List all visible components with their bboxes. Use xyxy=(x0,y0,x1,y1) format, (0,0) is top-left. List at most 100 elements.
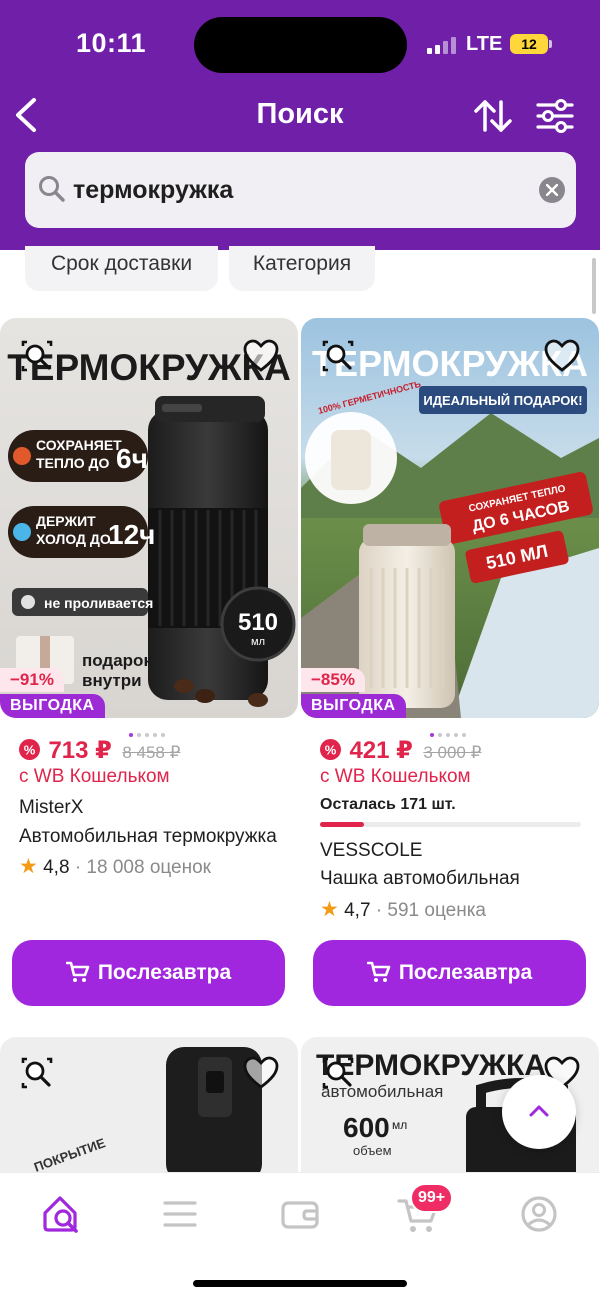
cart-icon xyxy=(65,961,90,982)
product-name: Чашка автомобильная xyxy=(320,868,520,889)
nav-wallet[interactable] xyxy=(275,1189,325,1239)
find-similar-button[interactable] xyxy=(17,1053,57,1093)
chip-label: Срок доставки xyxy=(50,252,193,275)
visual-search-icon xyxy=(21,340,53,372)
home-search-icon xyxy=(43,1196,78,1233)
wallet-note: с WB Кошельком xyxy=(19,766,170,787)
battery-tip xyxy=(549,40,552,48)
favorite-button[interactable] xyxy=(241,1053,281,1093)
battery-icon: 12 xyxy=(510,34,548,54)
filters-button[interactable] xyxy=(534,96,576,136)
favorite-button[interactable] xyxy=(241,336,281,376)
search-icon xyxy=(39,176,65,202)
svg-text:12ч: 12ч xyxy=(108,519,155,550)
price: 421 ₽ xyxy=(349,737,413,764)
chevron-up-icon xyxy=(529,1105,549,1117)
chip-category[interactable]: Категория xyxy=(229,246,375,291)
heart-icon xyxy=(243,339,279,372)
chip-delivery-time[interactable]: Срок доставки xyxy=(25,246,218,291)
star-icon: ★ xyxy=(320,898,339,921)
nav-home[interactable] xyxy=(38,1189,88,1239)
nav-catalog[interactable] xyxy=(155,1189,205,1239)
heart-icon xyxy=(544,339,580,372)
image-pager xyxy=(430,724,470,737)
sort-arrows-icon xyxy=(474,100,512,132)
promo-badge: ВЫГОДКА xyxy=(301,694,406,718)
svg-text:СОХРАНЯЕТ: СОХРАНЯЕТ xyxy=(36,437,122,453)
svg-text:510: 510 xyxy=(238,609,278,636)
cart-count-badge: 99+ xyxy=(410,1183,454,1213)
add-to-cart-button[interactable]: Послезавтра xyxy=(313,940,586,1006)
svg-text:внутри: внутри xyxy=(82,671,142,690)
product-image[interactable]: ТЕРМОКРУЖКА ИДЕАЛЬНЫЙ ПОДАРОК! 100% ГЕРМ… xyxy=(301,318,599,718)
heart-icon xyxy=(243,1056,279,1089)
svg-text:не проливается: не проливается xyxy=(44,595,153,611)
find-similar-button[interactable] xyxy=(318,1053,358,1093)
favorite-button[interactable] xyxy=(542,336,582,376)
svg-text:подарок: подарок xyxy=(82,651,152,670)
svg-text:объем: объем xyxy=(353,1143,392,1158)
svg-text:ХОЛОД ДО: ХОЛОД ДО xyxy=(36,531,111,547)
svg-text:600: 600 xyxy=(343,1112,390,1143)
svg-text:мл: мл xyxy=(392,1118,407,1132)
thermo-mug-photo: ТЕРМОКРУЖКА СОХРАНЯЕТ ТЕПЛО ДО 6ч ДЕРЖИТ… xyxy=(0,318,298,718)
discount-badge: −91% xyxy=(0,668,64,692)
add-to-cart-button[interactable]: Послезавтра xyxy=(12,940,285,1006)
product-brand: VESSCOLE xyxy=(320,840,423,861)
image-pager xyxy=(129,724,169,737)
scrollbar[interactable] xyxy=(592,258,596,314)
sliders-icon xyxy=(536,99,574,133)
filter-chips: Срок доставки Категория xyxy=(0,246,600,294)
home-indicator xyxy=(193,1280,407,1287)
discount-badge: −85% xyxy=(301,668,365,692)
search-bar xyxy=(25,152,576,228)
sort-button[interactable] xyxy=(472,96,514,136)
discount-percent-icon: % xyxy=(19,739,40,760)
product-image[interactable]: ТЕРМОКРУЖКА СОХРАНЯЕТ ТЕПЛО ДО 6ч ДЕРЖИТ… xyxy=(0,318,298,718)
wallet-note: с WB Кошельком xyxy=(320,766,471,787)
dynamic-island xyxy=(194,17,407,73)
scroll-to-top-button[interactable] xyxy=(502,1075,576,1149)
old-price: 3 000 ₽ xyxy=(423,743,482,762)
screen: 10:11 LTE 12 Поиск термокружка Срок дост… xyxy=(0,0,600,1300)
stock-label: Осталась 171 шт. xyxy=(320,796,456,813)
svg-text:ДЕРЖИТ: ДЕРЖИТ xyxy=(36,513,96,529)
rating: ★ 4,8 · 18 008 оценок xyxy=(19,855,211,878)
rating-value: 4,7 xyxy=(344,900,371,921)
close-icon xyxy=(546,184,558,196)
button-label: Послезавтра xyxy=(97,961,232,984)
reviews-count: 18 008 оценок xyxy=(86,857,211,878)
rating-value: 4,8 xyxy=(43,857,70,878)
signal-icon xyxy=(427,36,457,54)
old-price: 8 458 ₽ xyxy=(122,743,181,762)
product-card[interactable]: ТЕРМОКРУЖКА ИДЕАЛЬНЫЙ ПОДАРОК! 100% ГЕРМ… xyxy=(301,318,599,1018)
clear-search-button[interactable] xyxy=(539,177,565,203)
visual-search-icon xyxy=(21,1057,53,1089)
stock-bar-fill xyxy=(320,822,365,827)
nav-profile[interactable] xyxy=(514,1189,564,1239)
svg-text:мл: мл xyxy=(251,636,265,648)
app-header: 10:11 LTE 12 Поиск xyxy=(0,0,600,250)
reviews-count: 591 оценка xyxy=(387,900,486,921)
find-similar-button[interactable] xyxy=(318,336,358,376)
product-name: Автомобильная термокружка xyxy=(19,826,277,847)
svg-text:ИДЕАЛЬНЫЙ ПОДАРОК!: ИДЕАЛЬНЫЙ ПОДАРОК! xyxy=(423,393,582,408)
wallet-icon xyxy=(281,1201,319,1229)
svg-text:6ч: 6ч xyxy=(116,443,148,474)
find-similar-button[interactable] xyxy=(17,336,57,376)
profile-icon xyxy=(521,1196,557,1232)
svg-text:%: % xyxy=(24,743,36,758)
product-card[interactable]: ТЕРМОКРУЖКА СОХРАНЯЕТ ТЕПЛО ДО 6ч ДЕРЖИТ… xyxy=(0,318,298,1018)
svg-text:%: % xyxy=(325,743,337,758)
promo-badge: ВЫГОДКА xyxy=(0,694,105,718)
stock-bar xyxy=(320,822,581,827)
thermo-mug-photo: ТЕРМОКРУЖКА ИДЕАЛЬНЫЙ ПОДАРОК! 100% ГЕРМ… xyxy=(301,318,599,718)
product-brand: MisterX xyxy=(19,797,84,818)
star-icon: ★ xyxy=(19,855,38,878)
product-image[interactable]: ПОКРЫТИЕ xyxy=(0,1037,298,1177)
search-input[interactable] xyxy=(73,172,513,208)
price: 713 ₽ xyxy=(48,737,112,764)
network-label: LTE xyxy=(466,33,503,55)
status-time: 10:11 xyxy=(76,28,147,58)
menu-icon xyxy=(163,1201,197,1227)
